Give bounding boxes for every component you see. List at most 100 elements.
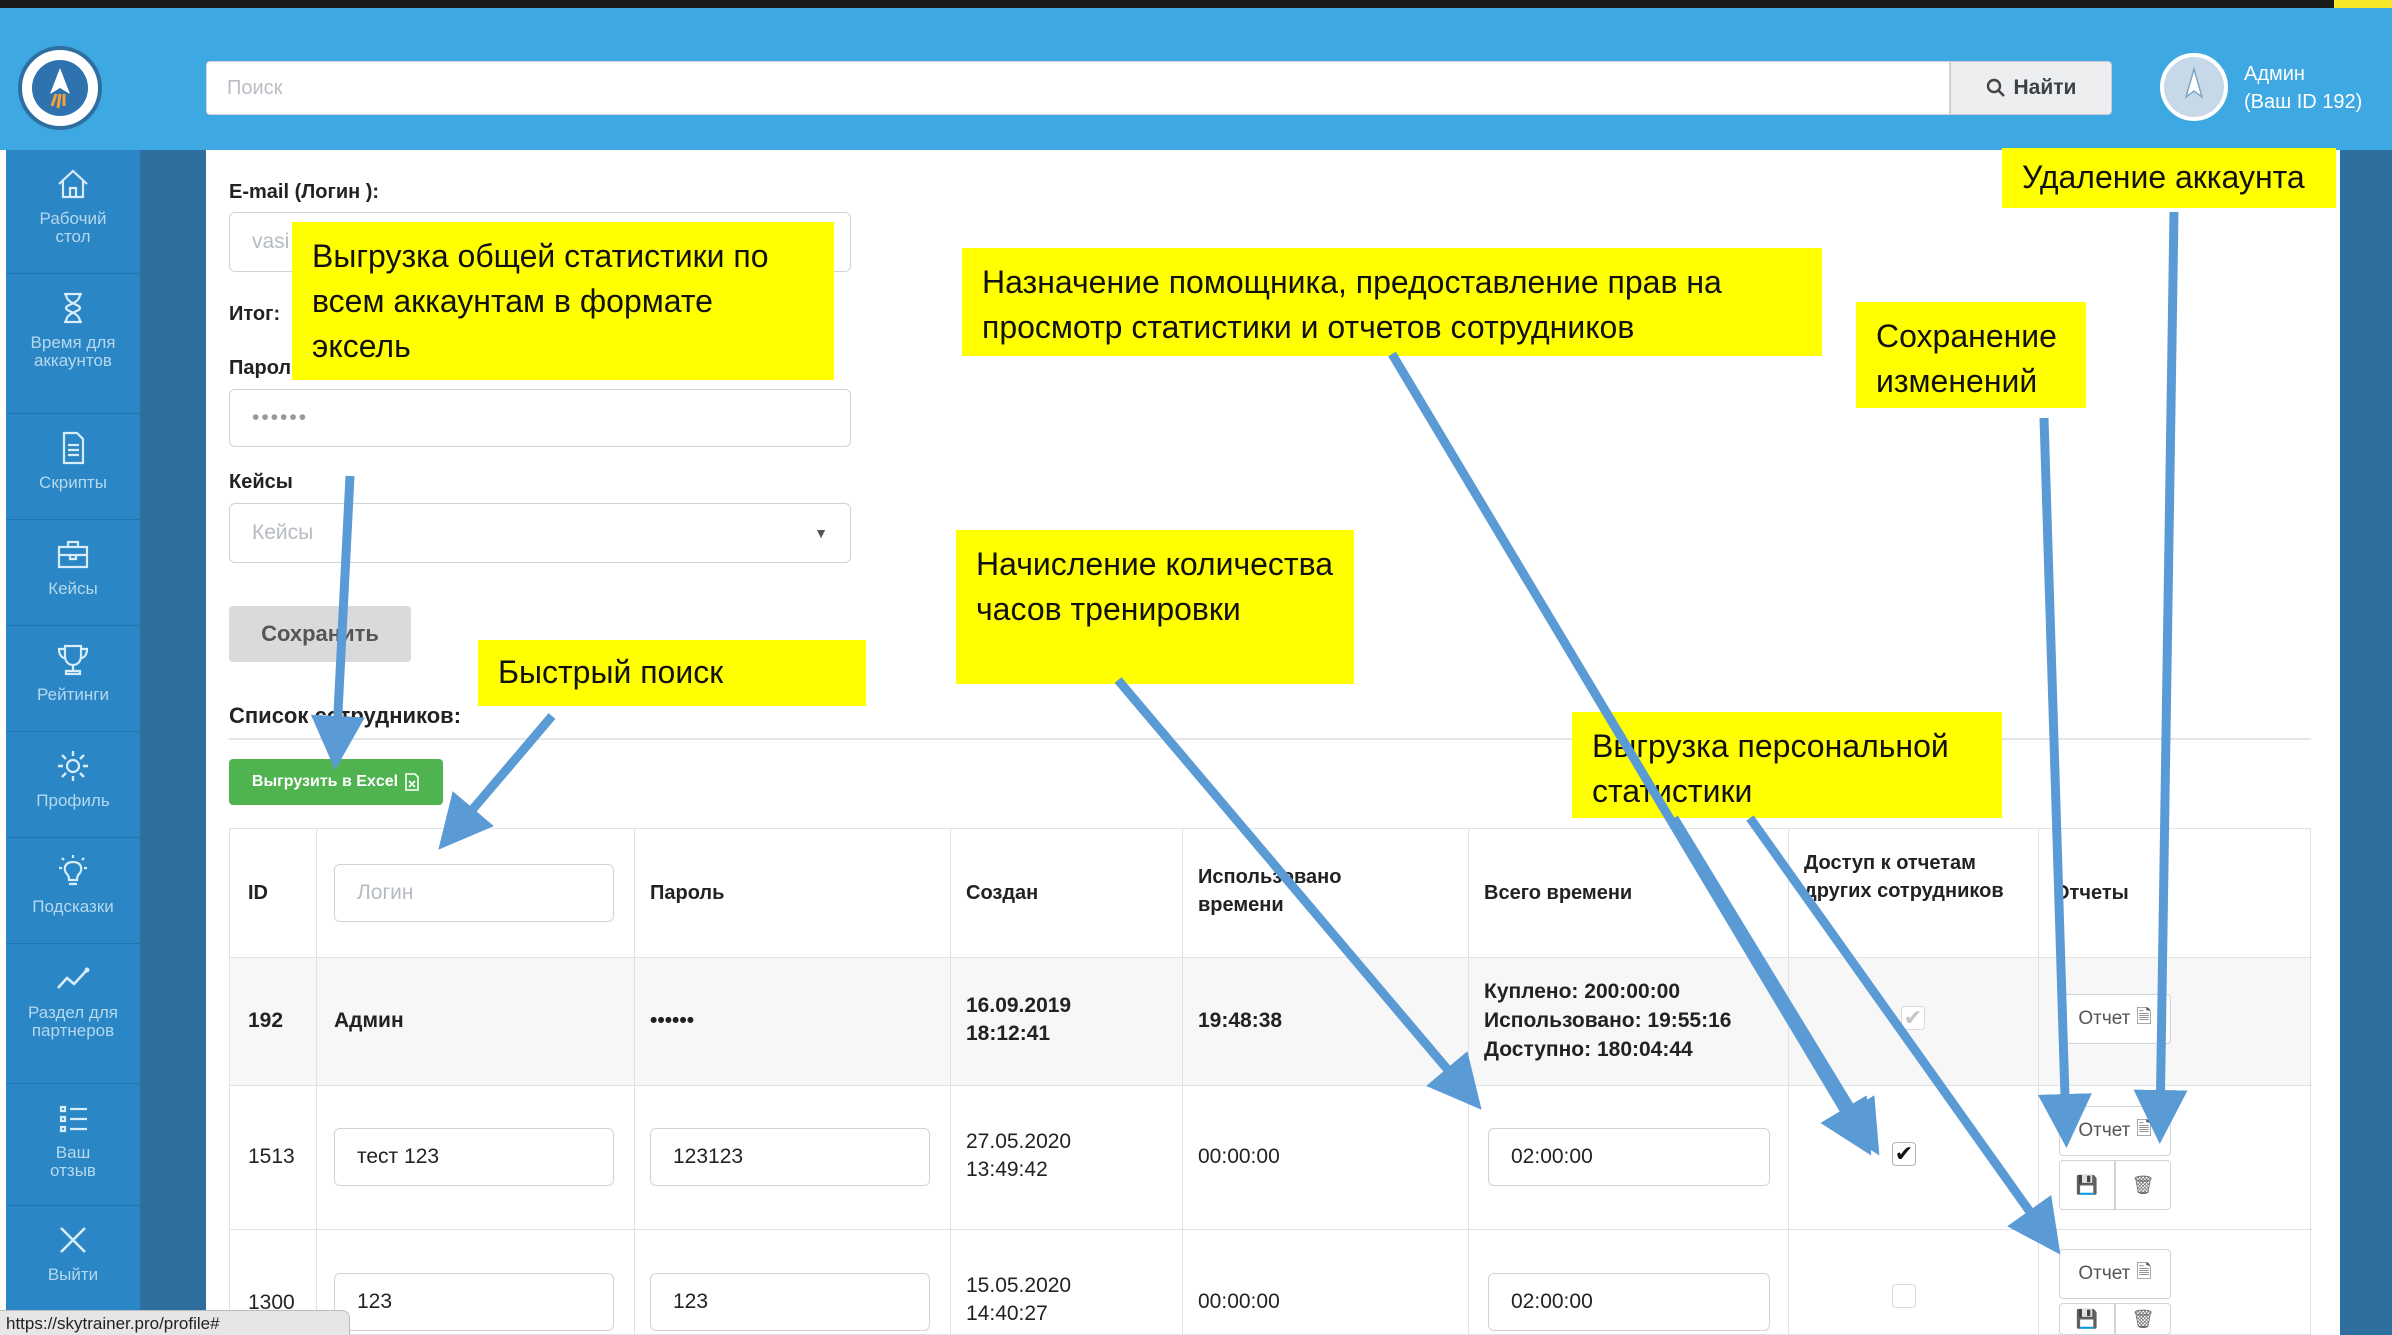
excel-file-icon — [405, 773, 419, 791]
document-icon — [62, 431, 85, 465]
gear-icon — [58, 751, 88, 781]
email-label: E-mail (Логин ): — [229, 181, 380, 203]
sidebar-item-label: Подсказки — [32, 897, 114, 916]
sidebar-item-desktop[interactable]: Рабочий стол — [6, 150, 140, 274]
callout-assistant: Назначение помощника, предоставление пра… — [962, 248, 1822, 356]
total-time-input[interactable]: 02:00:00 — [1488, 1128, 1770, 1186]
callout-training-hours: Начисление количества часов тренировки — [956, 530, 1354, 684]
trash-icon: 🗑 — [2131, 1308, 2155, 1329]
report-button[interactable]: Отчет 🗎 — [2059, 1106, 2171, 1156]
password-label: Парол — [229, 357, 292, 379]
cell-total-bought: Куплено: 200:00:00 — [1484, 980, 1681, 1003]
sidebar-item-ratings[interactable]: Рейтинги — [6, 626, 140, 732]
file-icon: 🗎 — [2136, 1119, 2152, 1140]
cell-id: 192 — [248, 1009, 284, 1032]
sidebar-item-partners[interactable]: Раздел для партнеров — [6, 944, 140, 1084]
cell-created-time: 14:40:27 — [966, 1302, 1048, 1325]
delete-row-button[interactable]: 🗑 — [2115, 1303, 2171, 1335]
close-icon — [60, 1227, 86, 1253]
status-url: https://skytrainer.pro/profile# — [0, 1310, 350, 1335]
login-filter-input[interactable]: Логин — [334, 864, 614, 922]
sidebar-item-label: Скрипты — [39, 473, 107, 492]
arrow-quick-search — [438, 713, 556, 850]
callout-excel-export: Выгрузка общей статистики по всем аккаун… — [292, 222, 834, 380]
header-password: Пароль — [650, 882, 725, 904]
cell-used: 00:00:00 — [1198, 1290, 1280, 1313]
sidebar-item-time[interactable]: Время для аккаунтов — [6, 274, 140, 414]
right-edge-strip — [2340, 150, 2392, 1335]
file-icon: 🗎 — [2136, 1007, 2152, 1028]
sidebar-item-label: Кейсы — [48, 579, 98, 598]
login-input[interactable]: тест 123 — [334, 1128, 614, 1186]
trophy-icon — [57, 644, 89, 676]
export-excel-label: Выгрузить в Excel — [251, 773, 399, 790]
search-input[interactable] — [206, 61, 1950, 115]
cell-created-time: 13:49:42 — [966, 1158, 1048, 1181]
file-icon: 🗎 — [2136, 1262, 2152, 1283]
cases-select[interactable]: Кейсы ▼ — [229, 503, 851, 563]
callout-delete-account: Удаление аккаунта — [2002, 148, 2336, 208]
header-used: Использовано времени — [1198, 866, 1342, 916]
window-top-border — [0, 0, 2392, 8]
cell-password: •••••• — [650, 1009, 695, 1032]
save-button[interactable]: Сохранить — [229, 606, 411, 662]
cell-created-date: 15.05.2020 — [966, 1274, 1072, 1297]
report-button[interactable]: Отчет 🗎 — [2059, 994, 2171, 1044]
password-field[interactable]: •••••• — [229, 389, 851, 447]
search-button[interactable]: Найти — [1950, 61, 2112, 115]
briefcase-icon — [57, 540, 89, 569]
top-bar: Найти Админ (Ваш ID 192) — [0, 8, 2392, 150]
report-button[interactable]: Отчет 🗎 — [2059, 1249, 2171, 1299]
home-icon — [58, 169, 88, 199]
search-icon — [1986, 78, 2005, 97]
app-logo[interactable] — [18, 46, 102, 130]
sidebar-item-hints[interactable]: Подсказки — [6, 838, 140, 944]
report-button-label: Отчет — [2078, 1263, 2131, 1284]
avatar-icon — [2164, 57, 2224, 117]
login-input[interactable]: 123 — [334, 1273, 614, 1331]
sidebar-item-label: Профиль — [36, 791, 110, 810]
password-input[interactable]: 123 — [650, 1273, 930, 1331]
sidebar-item-scripts[interactable]: Скрипты — [6, 414, 140, 520]
lightbulb-icon — [59, 855, 87, 886]
access-checkbox[interactable]: ✔ — [1892, 1141, 1916, 1166]
user-name: Админ — [2244, 63, 2305, 85]
user-info[interactable]: Админ (Ваш ID 192) — [2244, 60, 2362, 116]
callout-personal-stats: Выгрузка персональной статистики — [1572, 712, 2002, 818]
export-excel-button[interactable]: Выгрузить в Excel — [229, 759, 443, 805]
report-button-label: Отчет — [2078, 1120, 2131, 1141]
cell-total-available: Доступно: 180:04:44 — [1484, 1038, 1693, 1061]
header-total: Всего времени — [1484, 882, 1633, 904]
save-row-button[interactable]: 💾 — [2059, 1160, 2115, 1210]
sidebar-item-label: Выйти — [47, 1265, 99, 1284]
cell-created-date: 16.09.2019 — [966, 994, 1072, 1017]
total-label: Итог: — [229, 303, 281, 325]
sidebar-item-feedback[interactable]: Ваш отзыв — [6, 1084, 140, 1206]
sidebar-item-profile[interactable]: Профиль — [6, 732, 140, 838]
header-reports: Отчеты — [2054, 882, 2129, 904]
avatar[interactable] — [2160, 53, 2228, 121]
cell-id: 1513 — [248, 1145, 295, 1168]
sidebar-shadow-strip — [140, 150, 206, 1335]
delete-row-button[interactable]: 🗑 — [2115, 1160, 2171, 1210]
sidebar-item-label: Раздел для партнеров — [28, 1003, 118, 1040]
sidebar: Рабочий стол Время для аккаунтов Скрипты… — [6, 150, 140, 1335]
save-row-button[interactable]: 💾 — [2059, 1303, 2115, 1335]
sidebar-item-cases[interactable]: Кейсы — [6, 520, 140, 626]
sidebar-item-label: Рабочий стол — [39, 209, 107, 246]
header-id: ID — [248, 882, 268, 904]
save-icon: 💾 — [2075, 1174, 2099, 1195]
password-input[interactable]: 123123 — [650, 1128, 930, 1186]
header-created: Создан — [966, 882, 1039, 904]
trash-icon: 🗑 — [2131, 1174, 2155, 1195]
cell-used: 19:48:38 — [1198, 1009, 1283, 1032]
cell-login: Админ — [334, 1009, 404, 1032]
hourglass-icon — [64, 292, 82, 324]
access-checkbox[interactable] — [1892, 1284, 1916, 1308]
cell-created-time: 18:12:41 — [966, 1022, 1051, 1045]
total-time-input[interactable]: 02:00:00 — [1488, 1273, 1770, 1331]
user-id: (Ваш ID 192) — [2244, 91, 2363, 113]
report-button-label: Отчет — [2078, 1008, 2131, 1029]
list-icon — [59, 1105, 87, 1133]
save-icon: 💾 — [2075, 1308, 2099, 1329]
